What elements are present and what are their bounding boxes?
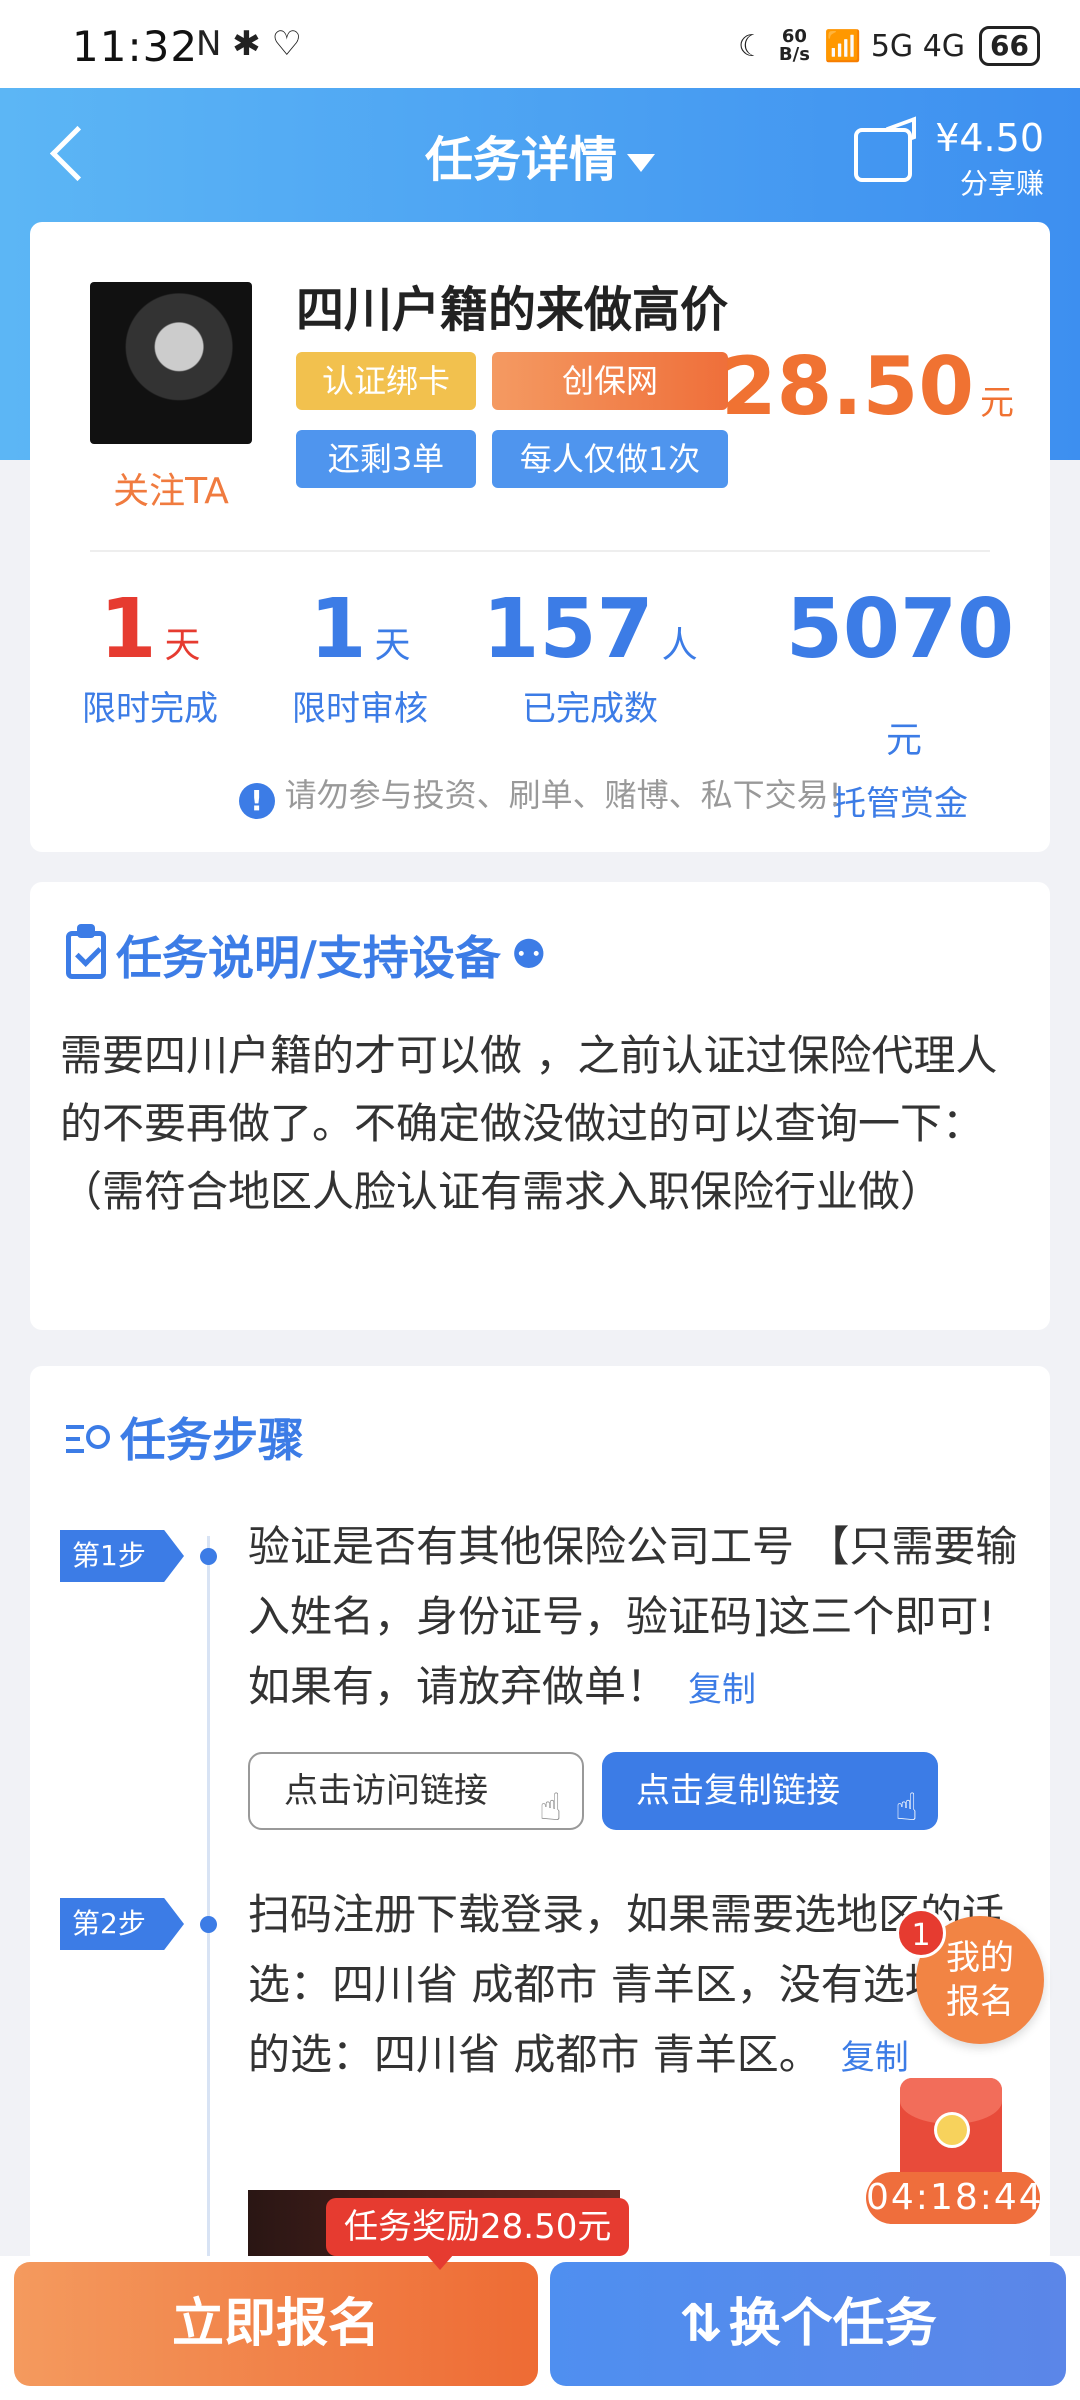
countdown-timer: 04:18:44 [866,2172,1042,2224]
task-steps-card: 任务步骤 第1步 验证是否有其他保险公司工号 【只需要输入姓名，身份证号，验证码… [30,1366,1050,2266]
task-description-card: 任务说明/支持设备 ⚉ 需要四川户籍的才可以做 ，之前认证过保险代理人的不要再做… [30,882,1050,1330]
share-button[interactable]: ¥4.50 分享赚 [854,114,1044,200]
step-badge-2: 第2步 [60,1898,184,1950]
nav-bar: 任务详情 ¥4.50 分享赚 [0,88,1080,220]
visit-link-button[interactable]: 点击访问链接 ☝ [248,1752,584,1830]
status-bar: 11:32 N ✱ ♡ ☾ 60 B/s 📶 5G 4G 66 [0,0,1080,88]
signup-count-badge: 1 [896,1908,946,1958]
warning-notice: ! 请勿参与投资、刷单、赌博、私下交易! [30,770,1050,819]
coin-icon [934,2112,970,2148]
steps-timeline [207,1536,210,2266]
clipboard-check-icon [66,924,106,979]
task-title: 四川户籍的来做高价 [296,282,729,338]
divider [90,550,990,552]
copy-link-step-2[interactable]: 复制 [841,2038,909,2078]
step-badge-1: 第1步 [60,1530,184,1582]
step-1-text: 验证是否有其他保险公司工号 【只需要输入姓名，身份证号，验证码]这三个即可!如果… [248,1522,1018,1711]
bottom-action-bar: 立即报名 ⇅ 换个任务 [0,2256,1080,2400]
tap-hand-icon: ☝ [538,1785,562,1829]
tag-once-per-person: 每人仅做1次 [492,430,728,488]
list-search-icon [66,1419,110,1455]
share-label: 分享赚 [959,167,1044,200]
share-icon [854,128,912,182]
task-summary-card: 关注TA 四川户籍的来做高价 认证绑卡 创保网 还剩3单 每人仅做1次 28.5… [30,222,1050,852]
status-left-icons: N ✱ ♡ [196,24,303,64]
info-icon: ! [238,783,275,819]
step-2-text: 扫码注册下载登录，如果需要选地区的话选：四川省 成都市 青羊区，没有选地区的选：… [248,1890,1005,2079]
tag-platform: 创保网 [492,352,728,410]
copy-link-button[interactable]: 点击复制链接 ☝ [602,1752,938,1830]
caret-down-icon [627,154,655,172]
description-title: 任务说明/支持设备 ⚉ [66,922,557,988]
avatar[interactable] [90,282,252,444]
net-speed: 60 B/s [778,26,810,65]
stat-complete-limit: 1天 限时完成 [82,582,218,729]
copy-link-step-1[interactable]: 复制 [688,1670,756,1710]
battery-icon: 66 [979,26,1040,66]
timeline-dot [200,1916,217,1933]
tag-remaining: 还剩3单 [296,430,476,488]
share-amount: ¥4.50 [935,116,1044,160]
tap-hand-icon: ☝ [894,1785,918,1829]
steps-title: 任务步骤 [66,1404,304,1470]
signup-now-button[interactable]: 立即报名 [14,2262,538,2386]
status-time: 11:32 [72,22,199,71]
reward-tooltip: 任务奖励28.50元 [326,2198,630,2270]
description-text: 需要四川户籍的才可以做 ，之前认证过保险代理人的不要再做了。不确定做没做过的可以… [60,1031,998,1216]
tag-verify-card: 认证绑卡 [296,352,476,410]
swap-icon: ⇅ [679,2294,723,2354]
moon-icon: ☾ [738,28,765,64]
stat-completed-count: 157 人 已完成数 [482,582,698,729]
task-price: 28.50 元 [720,340,1014,433]
timeline-dot [200,1548,217,1565]
change-task-button[interactable]: ⇅ 换个任务 [550,2262,1066,2386]
follow-button[interactable]: 关注TA [90,462,252,514]
android-icon: ⚉ [510,932,547,978]
stat-review-limit: 1天 限时审核 [292,582,428,729]
status-right-icons: ☾ 60 B/s 📶 5G 4G 66 [738,26,1040,66]
signal-icon: 📶 5G 4G [823,28,966,64]
